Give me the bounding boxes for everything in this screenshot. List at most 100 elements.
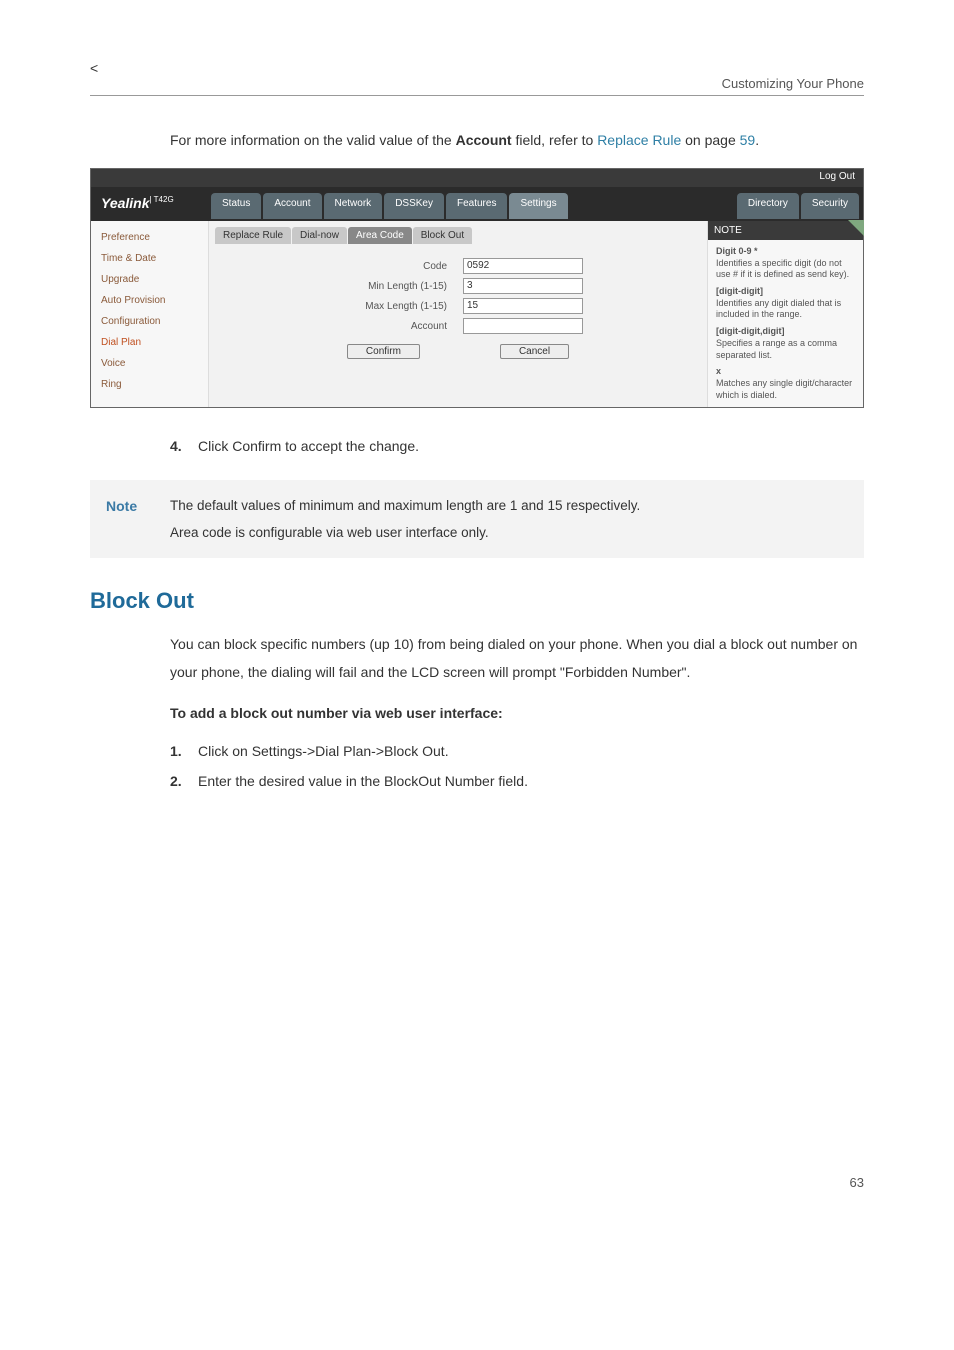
code-input[interactable]: 0592 xyxy=(463,258,583,274)
note2-t: Identifies any digit dialed that is incl… xyxy=(716,298,841,320)
sidebar-item-ring[interactable]: Ring xyxy=(91,374,208,395)
step-num: 1. xyxy=(170,737,198,765)
t: Settings xyxy=(252,743,303,759)
note1-t: Identifies a specific digit (do not use … xyxy=(716,258,849,280)
blockout-step-1: 1. Click on Settings->Dial Plan->Block O… xyxy=(170,737,864,765)
note3-b: [digit-digit,digit] xyxy=(716,326,855,338)
note-label: Note xyxy=(106,492,170,546)
main-tabs: Status Account Network DSSKey Features S… xyxy=(209,187,568,221)
t: . xyxy=(755,132,759,148)
t: on page xyxy=(681,132,739,148)
step-num: 4. xyxy=(170,432,198,460)
t: field. xyxy=(495,773,528,789)
subtab-areacode[interactable]: Area Code xyxy=(348,227,412,244)
cancel-button[interactable]: Cancel xyxy=(500,344,569,359)
blockout-p1: You can block specific numbers (up 10) f… xyxy=(170,630,864,686)
note-heading: NOTE xyxy=(708,221,863,240)
tab-account[interactable]: Account xyxy=(263,193,321,219)
tab-dsskey[interactable]: DSSKey xyxy=(384,193,444,219)
note-line1: The default values of minimum and maximu… xyxy=(170,492,640,519)
page-number: 63 xyxy=(90,1175,864,1190)
subtabs: Replace Rule Dial-now Area Code Block Ou… xyxy=(215,227,701,244)
sidebar-item-preference[interactable]: Preference xyxy=(91,227,208,248)
tab-network[interactable]: Network xyxy=(324,193,383,219)
step-text: Enter the desired value in the BlockOut … xyxy=(198,767,528,795)
intro-text: For more information on the valid value … xyxy=(170,126,864,154)
code-label: Code xyxy=(333,261,453,272)
tab-directory[interactable]: Directory xyxy=(737,193,799,219)
note-line2: Area code is configurable via web user i… xyxy=(170,519,640,546)
account-label: Account xyxy=(333,321,453,332)
subtab-dialnow[interactable]: Dial-now xyxy=(292,227,347,244)
blockout-step-2: 2. Enter the desired value in the BlockO… xyxy=(170,767,864,795)
row-code: Code 0592 xyxy=(275,258,641,274)
header-bar: Yealink| T42G Status Account Network DSS… xyxy=(91,187,863,221)
blockout-sub: To add a block out number via web user i… xyxy=(170,700,864,727)
embedded-screenshot: Log Out Yealink| T42G Status Account Net… xyxy=(90,168,864,408)
tab-features[interactable]: Features xyxy=(446,193,507,219)
t: Confirm xyxy=(232,438,281,454)
topbar: Log Out xyxy=(91,169,863,187)
brand-logo: Yealink| T42G xyxy=(91,187,209,221)
t: For more information on the valid value … xyxy=(170,132,456,148)
t: Click xyxy=(198,438,232,454)
row-max: Max Length (1-15) 15 xyxy=(275,298,641,314)
page-link[interactable]: 59 xyxy=(740,132,756,148)
t: . xyxy=(445,743,449,759)
logo-model: | T42G xyxy=(150,195,174,204)
t: BlockOut Number xyxy=(384,773,494,789)
screenshot-body: Preference Time & Date Upgrade Auto Prov… xyxy=(91,221,863,407)
sidebar: Preference Time & Date Upgrade Auto Prov… xyxy=(91,221,209,407)
area-code-form: Code 0592 Min Length (1-15) 3 Max Length… xyxy=(215,252,701,365)
note4-t: Matches any single digit/character which… xyxy=(716,378,852,400)
tab-security[interactable]: Security xyxy=(801,193,859,219)
confirm-button[interactable]: Confirm xyxy=(347,344,420,359)
note1-b: Digit 0-9 * xyxy=(716,246,855,258)
t: to accept the change. xyxy=(281,438,419,454)
subtab-replacerule[interactable]: Replace Rule xyxy=(215,227,291,244)
t: Block Out xyxy=(384,743,445,759)
sidebar-item-upgrade[interactable]: Upgrade xyxy=(91,269,208,290)
row-account: Account xyxy=(275,318,641,334)
t: field, refer to xyxy=(512,132,598,148)
step-text: Click on Settings->Dial Plan->Block Out. xyxy=(198,737,449,765)
t: Click on xyxy=(198,743,252,759)
t: -> xyxy=(371,743,384,759)
tab-settings[interactable]: Settings xyxy=(509,193,567,219)
tabs-right: Directory Security xyxy=(737,187,863,221)
note2-b: [digit-digit] xyxy=(716,286,855,298)
t: Account xyxy=(456,132,512,148)
sidebar-item-configuration[interactable]: Configuration xyxy=(91,311,208,332)
step-4: 4. Click Confirm to accept the change. xyxy=(170,432,864,460)
note-body: The default values of minimum and maximu… xyxy=(170,492,640,546)
sidebar-item-autoprovision[interactable]: Auto Provision xyxy=(91,290,208,311)
t: Dial Plan xyxy=(315,743,371,759)
max-input[interactable]: 15 xyxy=(463,298,583,314)
row-min: Min Length (1-15) 3 xyxy=(275,278,641,294)
main-panel: Replace Rule Dial-now Area Code Block Ou… xyxy=(209,221,707,407)
account-input[interactable] xyxy=(463,318,583,334)
sidebar-item-timedate[interactable]: Time & Date xyxy=(91,248,208,269)
t: -> xyxy=(302,743,315,759)
max-label: Max Length (1-15) xyxy=(333,301,453,312)
tab-status[interactable]: Status xyxy=(211,193,261,219)
note3-t: Specifies a range as a comma separated l… xyxy=(716,338,837,360)
min-input[interactable]: 3 xyxy=(463,278,583,294)
step-text: Click Confirm to accept the change. xyxy=(198,432,419,460)
sidebar-item-dialplan[interactable]: Dial Plan xyxy=(91,332,208,353)
min-label: Min Length (1-15) xyxy=(333,281,453,292)
logo-text: Yealink xyxy=(101,195,150,211)
header-title: Customizing Your Phone xyxy=(722,76,864,91)
block-out-heading: Block Out xyxy=(90,588,864,614)
note4-b: x xyxy=(716,366,855,378)
logout-link[interactable]: Log Out xyxy=(819,171,855,182)
step-num: 2. xyxy=(170,767,198,795)
button-row: Confirm Cancel xyxy=(275,344,641,359)
note-panel: NOTE Digit 0-9 * Identifies a specific d… xyxy=(707,221,863,407)
replace-rule-link[interactable]: Replace Rule xyxy=(597,132,681,148)
sidebar-item-voice[interactable]: Voice xyxy=(91,353,208,374)
note-block: Note The default values of minimum and m… xyxy=(90,480,864,558)
page-header: Customizing Your Phone xyxy=(90,76,864,96)
t: Enter the desired value in the xyxy=(198,773,384,789)
subtab-blockout[interactable]: Block Out xyxy=(413,227,472,244)
